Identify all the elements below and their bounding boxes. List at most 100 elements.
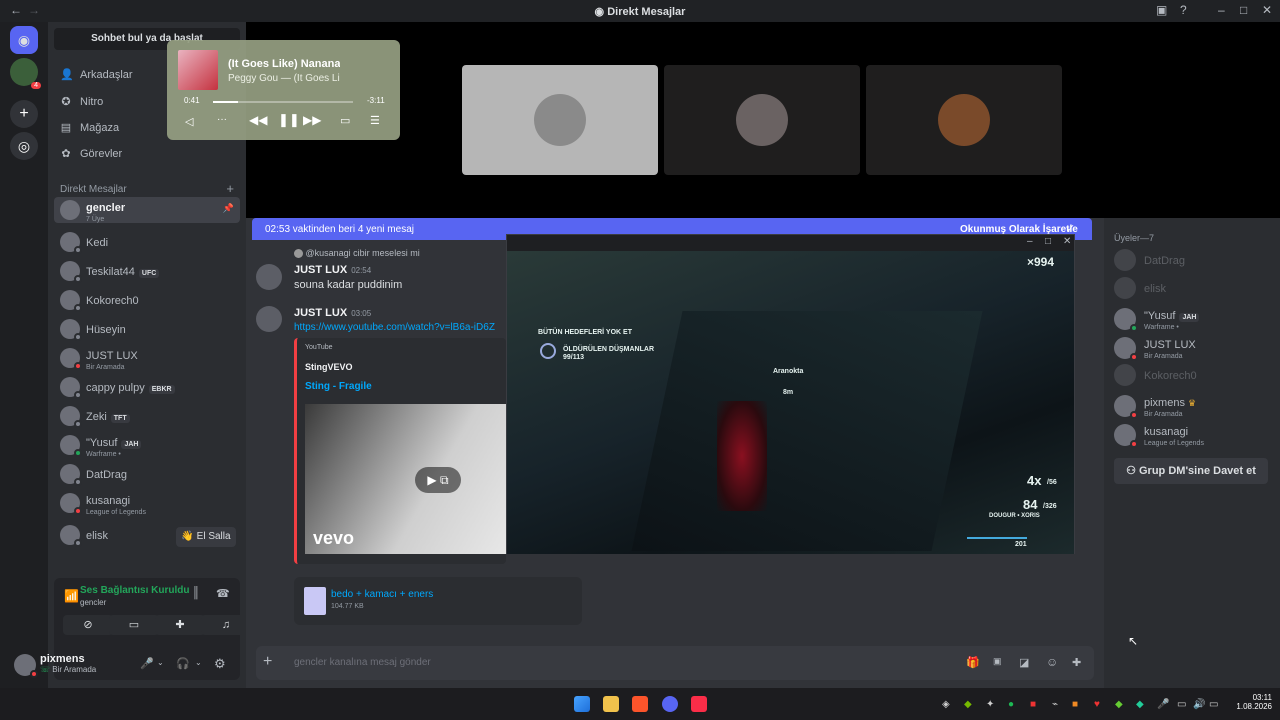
tray-icon[interactable]: ■ xyxy=(1030,699,1036,710)
call-tile[interactable] xyxy=(462,65,658,175)
message-author[interactable]: JUST LUX 02:54 xyxy=(294,264,371,276)
tray-icon[interactable]: ◆ xyxy=(1136,699,1144,710)
queue-icon[interactable]: ☰ xyxy=(370,114,380,127)
member-item[interactable]: pixmens ♛ Bir Aramada xyxy=(1114,393,1274,419)
pin-icon[interactable]: 📌 xyxy=(223,203,234,214)
volume-icon[interactable]: 🔊 xyxy=(1193,699,1205,710)
voice-channel[interactable]: gencler xyxy=(80,598,106,607)
invite-button[interactable]: ⚇ Grup DM'sine Davet et xyxy=(1114,458,1268,484)
member-item[interactable]: DatDrag xyxy=(1114,249,1274,271)
tray-icon[interactable]: ✦ xyxy=(986,699,994,710)
member-item[interactable]: JUST LUX Bir Aramada xyxy=(1114,335,1274,361)
message-input[interactable]: gencler kanalına mesaj gönder xyxy=(294,657,431,668)
user-avatar[interactable] xyxy=(14,654,38,678)
create-dm-icon[interactable]: + xyxy=(226,181,234,196)
inbox-icon[interactable]: ▣ xyxy=(1156,3,1167,17)
help-icon[interactable]: ? xyxy=(1180,3,1187,17)
lyrics-icon[interactable]: ▭ xyxy=(340,114,350,127)
sticker-icon[interactable]: ◪ xyxy=(1019,656,1029,669)
dm-item[interactable]: Kokorech0 xyxy=(54,287,240,313)
dm-item[interactable]: cappy pulpy EBKR xyxy=(54,374,240,400)
apps-icon[interactable]: ✚ xyxy=(1072,656,1081,669)
message-avatar[interactable] xyxy=(256,306,282,332)
video-thumbnail[interactable]: ▶ ⧉ vevo xyxy=(305,404,509,554)
gif-icon[interactable]: ▣ xyxy=(993,656,1002,667)
discord-taskbar-icon[interactable] xyxy=(662,696,678,712)
network-icon[interactable]: ▭ xyxy=(1177,699,1186,710)
chevron-down-icon[interactable]: ⌄ xyxy=(157,658,164,667)
add-attachment-icon[interactable]: + xyxy=(263,653,272,671)
progress-track[interactable] xyxy=(213,101,353,103)
tray-icon[interactable]: ♥ xyxy=(1094,699,1100,710)
message-input-bar[interactable]: + gencler kanalına mesaj gönder 🎁 ▣ ◪ ☺ … xyxy=(256,646,1094,680)
file-attachment[interactable]: bedo + kamacı + eners 104.77 KB xyxy=(294,577,582,625)
file-explorer-icon[interactable] xyxy=(603,696,619,712)
dm-item[interactable]: Hüseyin xyxy=(54,316,240,342)
minimize-icon[interactable]: – xyxy=(1218,3,1225,17)
wave-button[interactable]: 👋 El Salla xyxy=(176,527,236,547)
maximize-icon[interactable]: □ xyxy=(1240,3,1247,17)
minimize-icon[interactable]: – xyxy=(1027,236,1033,247)
game-stream-video[interactable]: BÜTÜN HEDEFLERİ YOK ET ÖLDÜRÜLEN DÜŞMANL… xyxy=(507,251,1074,554)
nav-shop[interactable]: ▤ Mağaza xyxy=(60,121,119,135)
dm-item[interactable]: DatDrag xyxy=(54,461,240,487)
dm-item[interactable]: "Yusuf JAH Warframe • xyxy=(54,432,240,458)
forward-icon[interactable]: ▶▶ xyxy=(303,113,321,127)
member-item[interactable]: elisk xyxy=(1114,277,1274,299)
pause-icon[interactable]: ❚❚ xyxy=(278,112,300,128)
dm-item[interactable]: Zeki TFT xyxy=(54,403,240,429)
call-tile[interactable] xyxy=(664,65,860,175)
stream-popout[interactable]: – □ ✕ BÜTÜN HEDEFLERİ YOK ET ÖLDÜRÜLEN D… xyxy=(506,234,1075,554)
microphone-icon[interactable]: 🎤 xyxy=(1157,699,1169,710)
tray-icon[interactable]: ◆ xyxy=(1115,699,1123,710)
youtube-link[interactable]: https://www.youtube.com/watch?v=lB6a-iD6… xyxy=(294,322,506,333)
screen-share-button[interactable]: ▭ xyxy=(109,615,159,635)
server-avatar[interactable]: 4 xyxy=(10,58,41,89)
call-tile[interactable] xyxy=(866,65,1062,175)
gift-icon[interactable]: 🎁 xyxy=(966,656,980,669)
disconnect-icon[interactable]: ☎ xyxy=(216,587,230,600)
battery-icon[interactable]: ▭ xyxy=(1209,699,1218,710)
tray-icon[interactable]: ■ xyxy=(1072,699,1078,710)
dm-item[interactable]: Kedi xyxy=(54,229,240,255)
member-item[interactable]: Kokorech0 xyxy=(1114,364,1274,386)
tray-icon[interactable]: ⌁ xyxy=(1052,699,1058,710)
maximize-icon[interactable]: □ xyxy=(1045,236,1051,247)
windows-start-icon[interactable] xyxy=(574,696,590,712)
chevron-down-icon[interactable]: ⌄ xyxy=(195,658,202,667)
dm-item[interactable]: gencler 7 Üye 📌 xyxy=(54,197,240,223)
headphones-icon[interactable]: 🎧 xyxy=(176,657,190,670)
soundboard-button[interactable]: ♫ xyxy=(201,615,251,635)
settings-gear-icon[interactable]: ⚙ xyxy=(214,656,226,672)
clock[interactable]: 03:11 1.08.2026 xyxy=(1232,693,1272,711)
nav-nitro[interactable]: ✪ Nitro xyxy=(60,95,103,109)
nav-friends[interactable]: 👤 Arkadaşlar xyxy=(60,68,133,82)
embed-channel[interactable]: StingVEVO xyxy=(305,362,353,372)
close-icon[interactable]: ✕ xyxy=(1063,236,1071,247)
nav-quests[interactable]: ✿ Görevler xyxy=(60,147,122,161)
dm-item[interactable]: kusanagi League of Legends xyxy=(54,490,240,516)
nvidia-icon[interactable]: ◆ xyxy=(964,699,972,710)
file-name[interactable]: bedo + kamacı + eners xyxy=(331,589,433,600)
play-button[interactable]: ▶ ⧉ xyxy=(415,467,461,493)
close-icon[interactable]: ✕ xyxy=(1262,3,1272,17)
add-server-icon[interactable]: + xyxy=(10,100,38,128)
noise-suppression-icon[interactable]: ║ xyxy=(192,587,200,599)
member-item[interactable]: "Yusuf JAH Warframe • xyxy=(1114,306,1274,332)
message-avatar[interactable] xyxy=(256,264,282,290)
reply-reference[interactable]: @kusanagi cibir meselesi mi xyxy=(294,248,420,259)
dm-item[interactable]: Teskilat44 UFC xyxy=(54,258,240,284)
brave-browser-icon[interactable] xyxy=(632,696,648,712)
voice-status[interactable]: Ses Bağlantısı Kuruldu xyxy=(80,585,189,596)
discord-home-icon[interactable]: ◉ xyxy=(10,26,38,54)
rewind-icon[interactable]: ◀◀ xyxy=(249,113,267,127)
microphone-icon[interactable]: 🎤 xyxy=(140,657,154,670)
tray-icon[interactable]: ● xyxy=(1008,699,1014,710)
music-app-icon[interactable] xyxy=(691,696,707,712)
message-author[interactable]: JUST LUX 03:05 xyxy=(294,307,371,319)
member-item[interactable]: kusanagi League of Legends xyxy=(1114,422,1274,448)
user-name[interactable]: pixmens xyxy=(40,653,85,665)
music-player-overlay[interactable]: (It Goes Like) Nanana (E Peggy Gou — (It… xyxy=(167,40,400,140)
tray-icon[interactable]: ◈ xyxy=(942,699,950,710)
dm-item[interactable]: JUST LUX Bir Aramada xyxy=(54,345,240,371)
